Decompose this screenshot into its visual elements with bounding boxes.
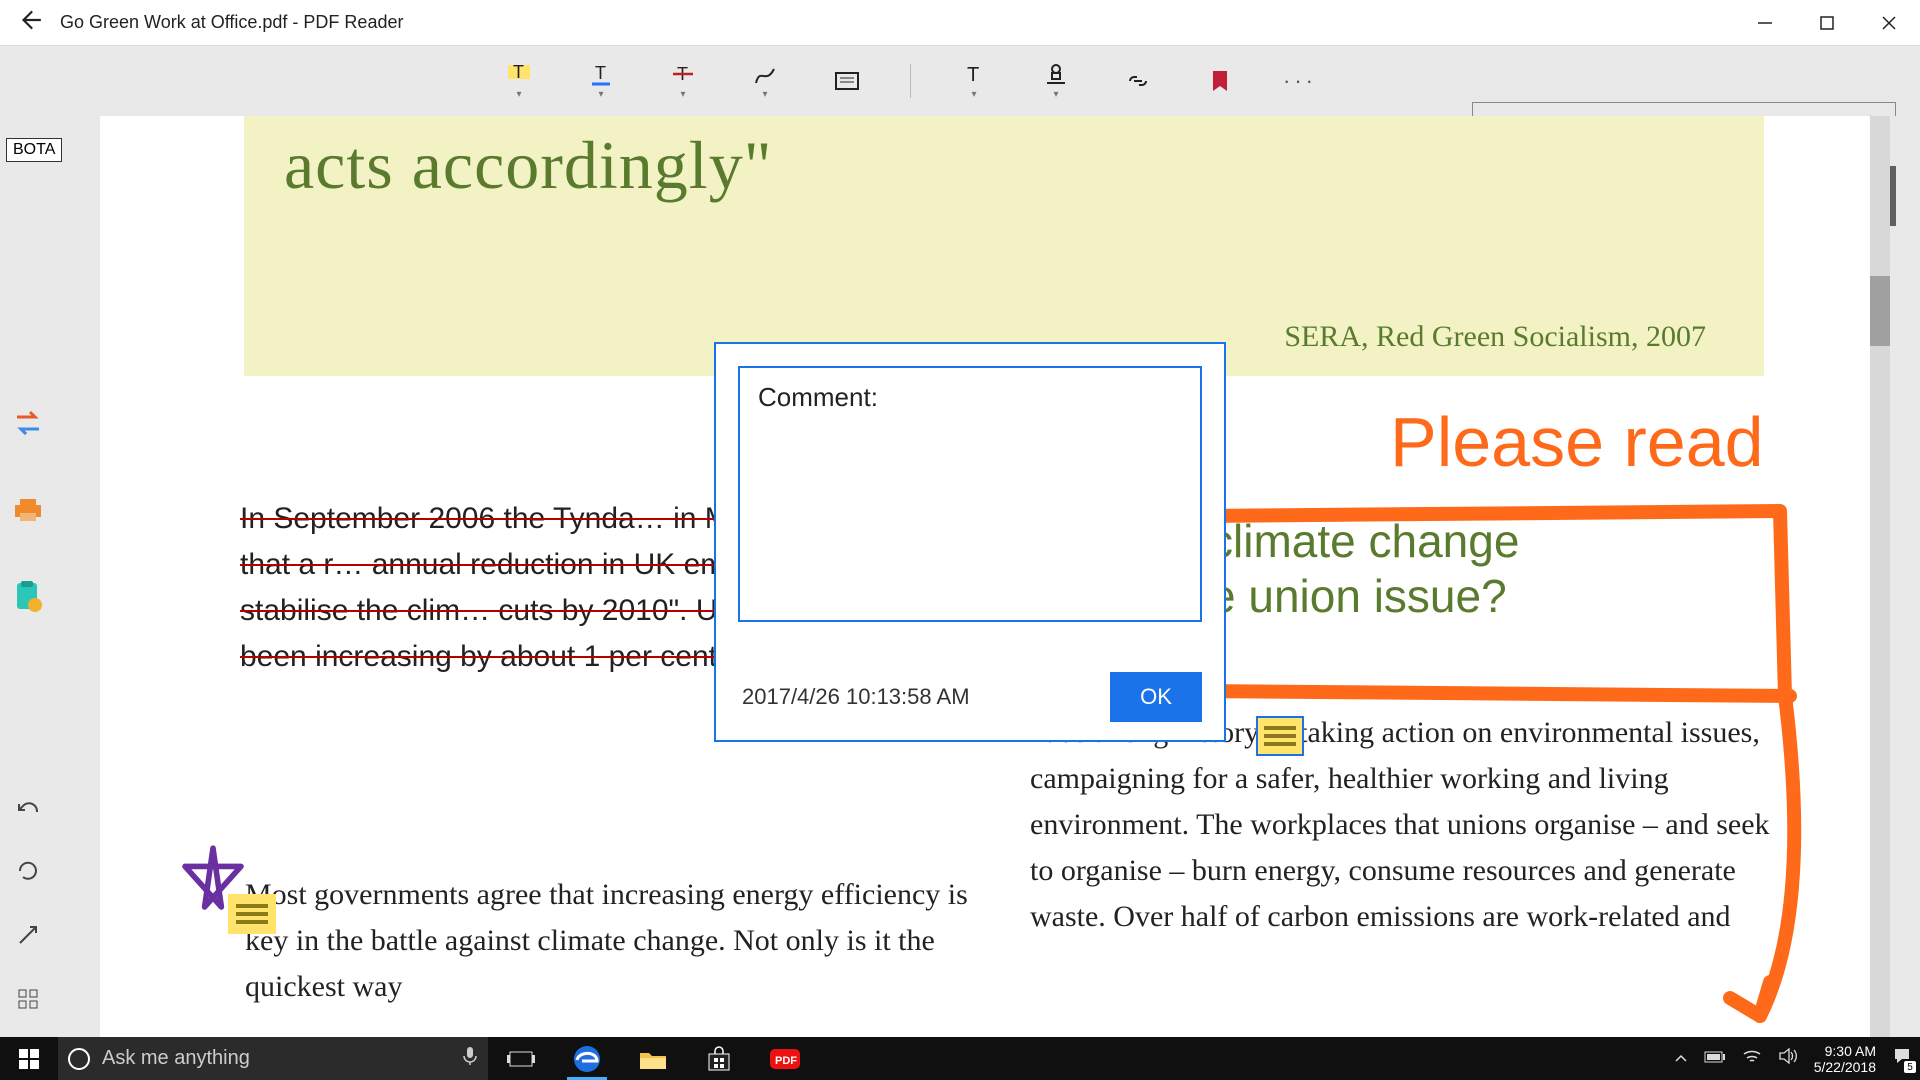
stamp-tool[interactable]: ▾ (1037, 61, 1075, 101)
bookmark-tool[interactable] (1201, 61, 1239, 101)
tray-notifications-icon[interactable]: 5 (1892, 1046, 1912, 1071)
app-area: BOTA (0, 116, 1920, 1037)
window-close-button[interactable] (1858, 0, 1920, 46)
taskbar-pdfreader[interactable]: PDF (752, 1037, 818, 1080)
window-maximize-button[interactable] (1796, 0, 1858, 46)
comment-ok-button[interactable]: OK (1110, 672, 1202, 722)
grid-icon (17, 988, 39, 1010)
taskbar: Ask me anything PDF (0, 1037, 1920, 1080)
strikeout-tool[interactable]: T ▾ (664, 61, 702, 101)
printer-icon (11, 495, 45, 525)
fullscreen-icon (17, 924, 39, 946)
note-icon (834, 70, 860, 92)
taskbar-store[interactable] (686, 1037, 752, 1080)
strikeout-icon: T (670, 63, 696, 87)
scrollbar-thumb[interactable] (1870, 276, 1890, 346)
quote-highlight-box: acts accordingly" SERA, Red Green Social… (244, 116, 1764, 376)
sticky-note-2[interactable] (228, 894, 276, 934)
store-icon (706, 1046, 732, 1072)
task-view-icon (507, 1049, 535, 1069)
window-minimize-button[interactable] (1734, 0, 1796, 46)
windows-icon (19, 1049, 39, 1069)
pdf-app-icon: PDF (768, 1046, 802, 1072)
svg-text:T: T (595, 63, 606, 83)
maximize-icon (1820, 16, 1834, 30)
window-title: Go Green Work at Office.pdf - PDF Reader (60, 12, 403, 33)
tray-overflow-icon[interactable] (1674, 1050, 1688, 1068)
tray-time: 9:30 AM (1814, 1043, 1876, 1059)
taskbar-search[interactable]: Ask me anything (58, 1037, 488, 1080)
quote-source: SERA, Red Green Socialism, 2007 (1284, 320, 1706, 354)
document-canvas[interactable]: acts accordingly" SERA, Red Green Social… (100, 116, 1890, 1037)
tray-clock[interactable]: 9:30 AM 5/22/2018 (1814, 1043, 1876, 1075)
sticky-note-1[interactable] (1256, 716, 1304, 756)
ink-tool[interactable]: ▾ (746, 61, 784, 101)
highlight-tool[interactable]: T ▾ (500, 61, 538, 101)
comment-timestamp: 2017/4/26 10:13:58 AM (742, 684, 970, 710)
text-icon: T (961, 63, 987, 87)
back-arrow-icon (17, 7, 43, 33)
taskbar-edge[interactable] (554, 1037, 620, 1080)
link-tool[interactable] (1119, 61, 1157, 101)
toolbar-separator (910, 64, 911, 98)
rail-swap-icon[interactable] (10, 406, 46, 442)
taskbar-explorer[interactable] (620, 1037, 686, 1080)
svg-text:T: T (513, 63, 524, 82)
tray-battery-icon[interactable] (1704, 1050, 1726, 1068)
taskbar-search-placeholder: Ask me anything (102, 1047, 250, 1070)
swap-arrows-icon (11, 409, 45, 439)
stamp-icon (1043, 63, 1069, 87)
highlight-icon: T (506, 63, 532, 87)
rail-clipboard-icon[interactable] (10, 578, 46, 614)
bookmark-icon (1210, 69, 1230, 93)
rail-rotate-icon[interactable] (14, 857, 42, 885)
task-view-button[interactable] (488, 1037, 554, 1080)
system-tray: 9:30 AM 5/22/2018 5 (1674, 1037, 1920, 1080)
ink-please-read-text: Please read (1390, 403, 1764, 481)
left-paragraph-2: Most governments agree that increasing e… (245, 872, 975, 1010)
toolbar: T ▾ T ▾ T ▾ ▾ T ▾ ▾ (0, 46, 1920, 116)
note-tool[interactable] (828, 61, 866, 101)
vertical-scrollbar[interactable] (1870, 116, 1890, 1037)
minimize-icon (1758, 16, 1772, 30)
textbox-tool[interactable]: T ▾ (955, 61, 993, 101)
tray-date: 5/22/2018 (1814, 1059, 1876, 1075)
tray-wifi-icon[interactable] (1742, 1048, 1762, 1069)
comment-popup: Comment: 2017/4/26 10:13:58 AM OK (714, 342, 1226, 742)
right-paragraph: have a long history of taking action on … (1030, 710, 1770, 940)
clipboard-icon (11, 579, 45, 613)
svg-text:T: T (967, 64, 979, 86)
mic-icon[interactable] (462, 1046, 478, 1071)
rail-thumbnails-icon[interactable] (14, 985, 42, 1013)
notif-badge: 5 (1904, 1061, 1916, 1073)
right-heading: climate change e union issue? (1210, 514, 1770, 624)
back-button[interactable] (0, 7, 60, 39)
svg-text:PDF: PDF (775, 1055, 797, 1067)
undo-icon (15, 798, 41, 816)
rotate-icon (16, 859, 40, 883)
more-menu-button[interactable]: ··· (1283, 68, 1317, 94)
tray-volume-icon[interactable] (1778, 1048, 1798, 1069)
rail-undo-icon[interactable] (14, 793, 42, 821)
close-icon (1882, 16, 1896, 30)
left-rail: BOTA (0, 116, 64, 1037)
folder-icon (638, 1047, 668, 1071)
rail-fullscreen-icon[interactable] (14, 921, 42, 949)
comment-textarea[interactable]: Comment: (738, 366, 1202, 622)
underline-icon: T (588, 63, 614, 87)
cortana-icon (68, 1048, 90, 1070)
titlebar: Go Green Work at Office.pdf - PDF Reader (0, 0, 1920, 46)
edge-icon (572, 1044, 602, 1074)
start-button[interactable] (0, 1037, 58, 1080)
comment-label: Comment: (758, 382, 878, 412)
quote-text: acts accordingly" (284, 126, 1724, 205)
ink-icon (752, 63, 778, 87)
underline-tool[interactable]: T ▾ (582, 61, 620, 101)
rail-print-icon[interactable] (10, 492, 46, 528)
link-icon (1124, 71, 1152, 91)
bota-toggle[interactable]: BOTA (6, 138, 62, 162)
